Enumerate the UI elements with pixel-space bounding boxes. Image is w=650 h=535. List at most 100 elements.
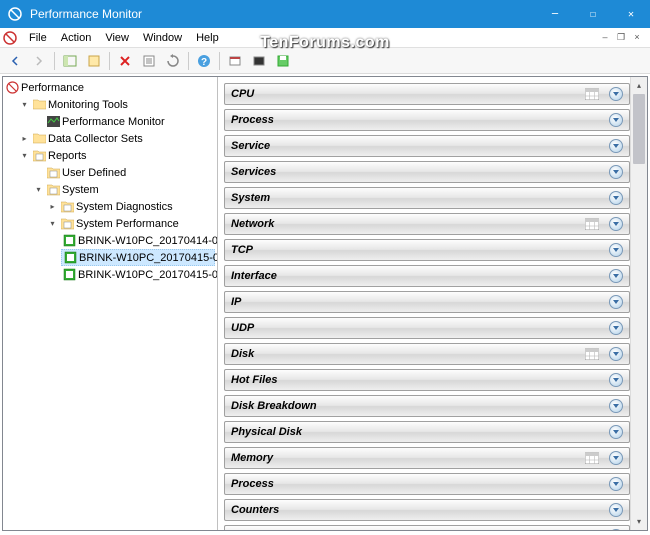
menu-window[interactable]: Window xyxy=(136,30,189,46)
tree-label: BRINK-W10PC_20170415-000002 xyxy=(79,252,218,264)
collapse-icon[interactable]: ▾ xyxy=(33,184,44,195)
menu-view[interactable]: View xyxy=(98,30,136,46)
expand-button[interactable] xyxy=(609,347,623,361)
tree-root-performance[interactable]: Performance xyxy=(5,79,215,96)
section-header[interactable]: Disk xyxy=(224,343,630,365)
section-header[interactable]: Physical Disk xyxy=(224,421,630,443)
expand-button[interactable] xyxy=(609,243,623,257)
menu-help[interactable]: Help xyxy=(189,30,226,46)
section-header[interactable]: System xyxy=(224,187,630,209)
tree-performance-monitor[interactable]: Performance Monitor xyxy=(33,113,215,130)
expand-button[interactable] xyxy=(609,425,623,439)
expand-button[interactable] xyxy=(609,451,623,465)
menu-action[interactable]: Action xyxy=(54,30,99,46)
section-header[interactable]: Interface xyxy=(224,265,630,287)
expand-button[interactable] xyxy=(609,165,623,179)
menu-bar: File Action View Window Help – ❐ × xyxy=(0,28,650,48)
expand-button[interactable] xyxy=(609,191,623,205)
section-header[interactable]: Counters xyxy=(224,499,630,521)
expand-icon[interactable]: ▸ xyxy=(47,201,58,212)
expand-button[interactable] xyxy=(609,269,623,283)
section-header[interactable]: Network xyxy=(224,213,630,235)
tree-label: Reports xyxy=(48,150,87,162)
section-header[interactable]: Memory xyxy=(224,447,630,469)
mdi-close-button[interactable]: × xyxy=(630,32,644,43)
expand-button[interactable] xyxy=(609,295,623,309)
expand-button[interactable] xyxy=(609,503,623,517)
section-header[interactable]: Service xyxy=(224,135,630,157)
calendar-icon xyxy=(585,452,599,464)
section-header[interactable]: UDP xyxy=(224,317,630,339)
section-header[interactable]: Services xyxy=(224,161,630,183)
section-header[interactable]: IP xyxy=(224,291,630,313)
show-hide-tree-button[interactable] xyxy=(59,50,81,72)
section-header[interactable]: Report Statistics xyxy=(224,525,630,530)
tree-data-collector-sets[interactable]: ▸ Data Collector Sets xyxy=(19,130,215,147)
tree-system-diagnostics[interactable]: ▸ System Diagnostics xyxy=(47,198,215,215)
help-button[interactable]: ? xyxy=(193,50,215,72)
scroll-thumb[interactable] xyxy=(633,94,645,164)
section-header[interactable]: TCP xyxy=(224,239,630,261)
view-log-button[interactable] xyxy=(224,50,246,72)
expand-button[interactable] xyxy=(609,139,623,153)
nav-tree[interactable]: Performance ▾ Monitoring Tools xyxy=(3,77,218,530)
view-report-button[interactable] xyxy=(248,50,270,72)
save-button[interactable] xyxy=(272,50,294,72)
tree-user-defined[interactable]: User Defined xyxy=(33,164,215,181)
section-label: Service xyxy=(231,140,609,152)
tree-label: System xyxy=(62,184,99,196)
tree-label: BRINK-W10PC_20170415-000003 xyxy=(78,269,218,281)
calendar-icon xyxy=(585,218,599,230)
collapse-icon[interactable]: ▾ xyxy=(19,99,30,110)
tree-monitoring-tools[interactable]: ▾ Monitoring Tools xyxy=(19,96,215,113)
calendar-icon xyxy=(585,88,599,100)
delete-button[interactable] xyxy=(114,50,136,72)
section-label: Disk xyxy=(231,348,585,360)
mdi-restore-button[interactable]: ❐ xyxy=(614,32,628,43)
expand-button[interactable] xyxy=(609,217,623,231)
expand-button[interactable] xyxy=(609,113,623,127)
scroll-down-button[interactable]: ▾ xyxy=(631,513,647,530)
section-header[interactable]: CPU xyxy=(224,83,630,105)
back-button[interactable] xyxy=(4,50,26,72)
expand-button[interactable] xyxy=(609,399,623,413)
section-header[interactable]: Process xyxy=(224,473,630,495)
reports-icon xyxy=(46,183,60,197)
expand-button[interactable] xyxy=(609,373,623,387)
expand-button[interactable] xyxy=(609,477,623,491)
maximize-button[interactable]: ☐ xyxy=(574,0,612,28)
mdi-minimize-button[interactable]: – xyxy=(598,32,612,43)
expand-icon[interactable]: ▸ xyxy=(19,133,30,144)
tree-system[interactable]: ▾ System xyxy=(33,181,215,198)
section-label: Disk Breakdown xyxy=(231,400,609,412)
tree-label: System Diagnostics xyxy=(76,201,173,213)
collapse-icon[interactable]: ▾ xyxy=(19,150,30,161)
refresh-button[interactable] xyxy=(162,50,184,72)
tree-report-item-selected[interactable]: BRINK-W10PC_20170415-000002 xyxy=(61,249,215,266)
vertical-scrollbar[interactable]: ▴ ▾ xyxy=(630,77,647,530)
tree-reports[interactable]: ▾ Reports xyxy=(19,147,215,164)
section-header[interactable]: Hot Files xyxy=(224,369,630,391)
section-header[interactable]: Disk Breakdown xyxy=(224,395,630,417)
expand-button[interactable] xyxy=(609,321,623,335)
scroll-up-button[interactable]: ▴ xyxy=(631,77,647,94)
forward-button[interactable] xyxy=(28,50,50,72)
collapse-icon[interactable]: ▾ xyxy=(47,218,58,229)
reports-icon xyxy=(60,217,74,231)
tree-system-performance[interactable]: ▾ System Performance xyxy=(47,215,215,232)
minimize-button[interactable]: ─ xyxy=(536,0,574,28)
window-title: Performance Monitor xyxy=(30,7,536,21)
tree-report-item[interactable]: BRINK-W10PC_20170415-000003 xyxy=(61,266,215,283)
content-area: Performance ▾ Monitoring Tools xyxy=(2,76,648,531)
tree-report-item[interactable]: BRINK-W10PC_20170414-000001 xyxy=(61,232,215,249)
menu-file[interactable]: File xyxy=(22,30,54,46)
close-button[interactable]: ✕ xyxy=(612,0,650,28)
properties-button[interactable] xyxy=(138,50,160,72)
expand-button[interactable] xyxy=(609,87,623,101)
expand-button[interactable] xyxy=(609,529,623,530)
section-header[interactable]: Process xyxy=(224,109,630,131)
new-window-button[interactable] xyxy=(83,50,105,72)
folder-icon xyxy=(32,98,46,112)
app-icon xyxy=(6,5,24,23)
calendar-icon xyxy=(585,348,599,360)
